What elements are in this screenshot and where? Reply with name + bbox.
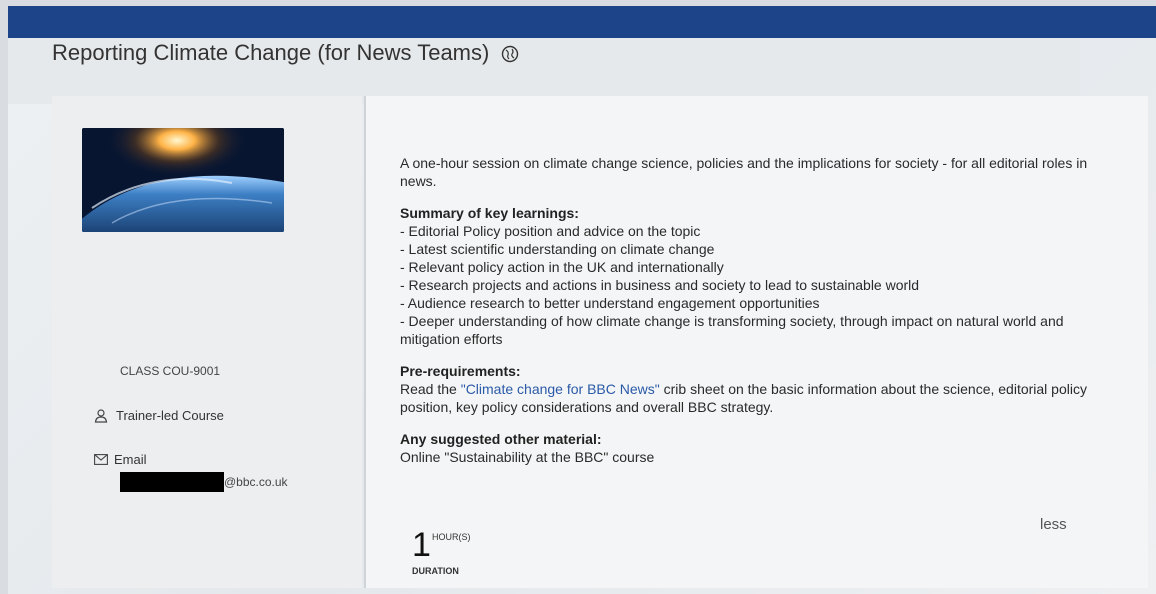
duration-block: 1 HOUR(S) DURATION [412, 526, 471, 576]
other-material-heading: Any suggested other material: [400, 431, 602, 447]
duration-label: DURATION [412, 566, 459, 576]
course-intro: A one-hour session on climate change sci… [400, 155, 1088, 189]
course-type: Trainer-led Course [94, 408, 224, 423]
course-thumbnail [82, 128, 284, 232]
other-material-text: Online "Sustainability at the BBC" cours… [400, 449, 655, 465]
class-code: CLASS COU-9001 [120, 364, 221, 378]
course-title-text: Reporting Climate Change (for News Teams… [52, 40, 490, 65]
summary-item: - Latest scientific understanding on cli… [400, 241, 715, 257]
person-icon [94, 408, 108, 423]
summary-item: - Audience research to better understand… [400, 295, 820, 311]
course-type-label: Trainer-led Course [116, 408, 224, 423]
email-address[interactable]: @bbc.co.uk [120, 472, 288, 492]
redacted-email-user [120, 472, 224, 492]
duration-unit: HOUR(S) [432, 532, 471, 542]
summary-item: - Editorial Policy position and advice o… [400, 223, 701, 239]
top-bar [8, 6, 1156, 38]
course-title: Reporting Climate Change (for News Teams… [52, 40, 519, 66]
email-contact: Email @bbc.co.uk [94, 452, 288, 492]
summary-item: - Relevant policy action in the UK and i… [400, 259, 724, 275]
summary-item: - Research projects and actions in busin… [400, 277, 920, 293]
less-link[interactable]: less [1040, 516, 1067, 533]
summary-item: - Deeper understanding of how climate ch… [400, 313, 1064, 347]
email-label: Email [114, 452, 147, 467]
globe-icon [501, 45, 519, 63]
email-domain: @bbc.co.uk [224, 475, 288, 489]
duration-value: 1 [412, 526, 431, 564]
crib-sheet-link[interactable]: "Climate change for BBC News" [461, 381, 660, 397]
prereq-text-before: Read the [400, 381, 461, 397]
course-description: A one-hour session on climate change sci… [400, 154, 1090, 466]
prereq-heading: Pre-requirements: [400, 363, 521, 379]
envelope-icon [94, 454, 108, 465]
prereq-text: Read the "Climate change for BBC News" c… [400, 380, 1090, 416]
summary-heading: Summary of key learnings: [400, 205, 579, 221]
